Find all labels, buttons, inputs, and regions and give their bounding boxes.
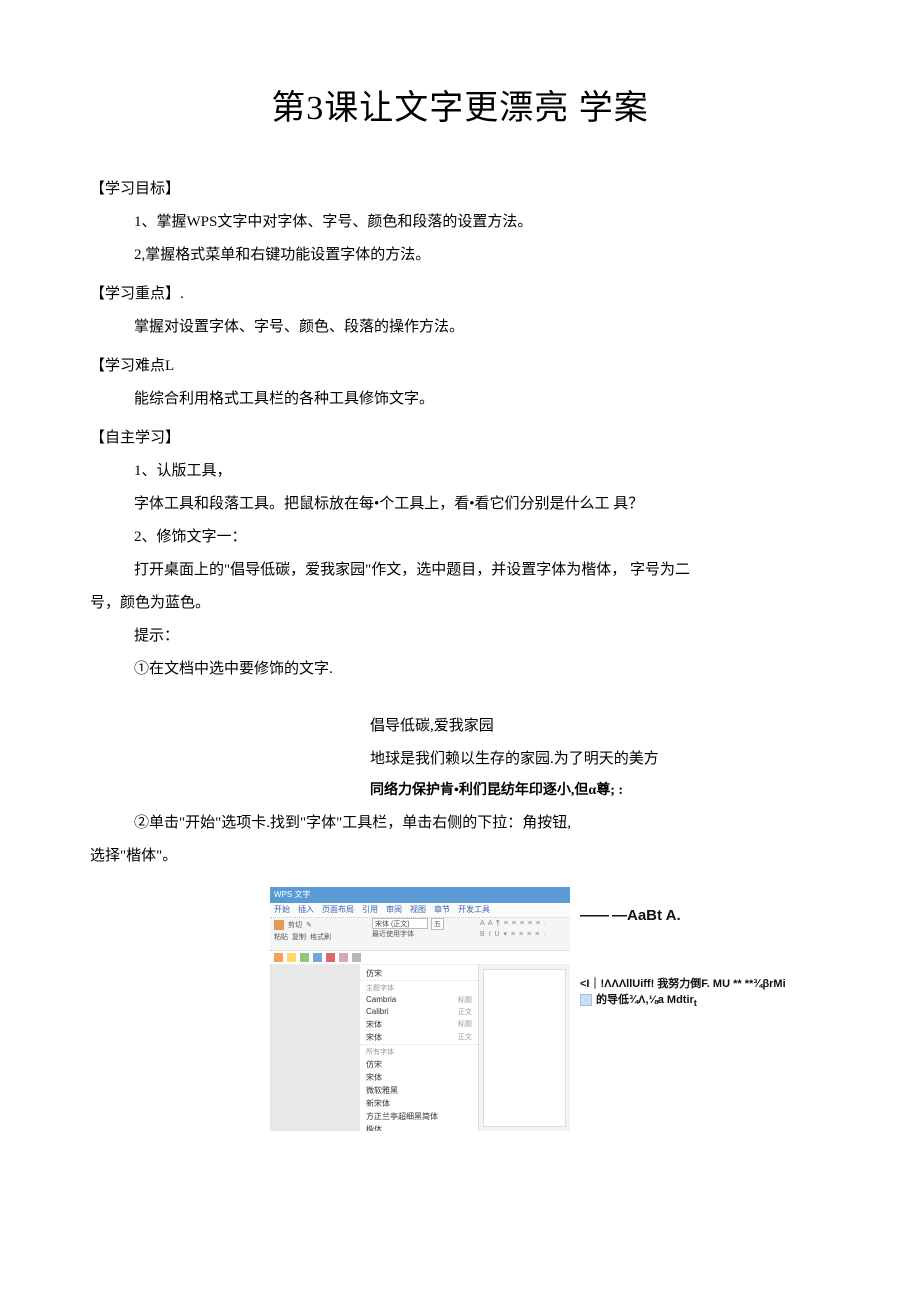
- menu-item[interactable]: 页面布局: [322, 904, 354, 915]
- subscript-t: t: [694, 998, 697, 1008]
- format-icons-row1[interactable]: A A ¶ ≡ ≡ ≡ ≡ ≡ ·: [480, 920, 566, 927]
- menu-item[interactable]: 章节: [434, 904, 450, 915]
- garble2-text: 的导低¾Λ,⅛a Mdtir: [596, 994, 694, 1006]
- recent-label: 最近使用字体: [372, 930, 472, 938]
- goal-item-2: 2,掌握格式菜单和右键功能设置字体的方法。: [90, 239, 830, 272]
- ss-titlebar: WPS 文字: [270, 887, 570, 903]
- ss-title-text: WPS 文字: [274, 889, 310, 900]
- font-dropdown[interactable]: 仿宋 主题字体 Cambria标题 Calibri正文 宋体标题 宋体正文 所有…: [360, 965, 479, 1131]
- font-group: 宋体 (正文) 五 最近使用字体: [368, 918, 476, 950]
- goal-head: 【学习目标】: [90, 173, 830, 206]
- paste-icon[interactable]: [274, 920, 284, 930]
- example-line-2: 地球是我们赖以生存的家园.为了明天的美方: [90, 743, 830, 776]
- garbled-text-1: <I｜!ΛΛΛllUiff! 我努力倒F. MU ** **¾βrMi: [580, 976, 830, 993]
- menu-item[interactable]: 审阅: [386, 904, 402, 915]
- doc-icon[interactable]: [352, 953, 361, 962]
- menu-item[interactable]: 开发工具: [458, 904, 490, 915]
- page-title: 第3课让文字更漂亮 学案: [90, 80, 830, 129]
- font-option: 新宋体: [360, 1097, 478, 1110]
- fmtbrush-icon[interactable]: ✎: [306, 921, 312, 929]
- doc-preview-area: [479, 965, 570, 1131]
- goal-item-1: 1、掌握WPS文字中对字体、字号、颜色和段落的设置方法。: [90, 206, 830, 239]
- font-option: 宋体: [360, 1071, 478, 1084]
- doc-icon[interactable]: [274, 953, 283, 962]
- doc-tab-icons: [270, 951, 570, 965]
- doc-icon[interactable]: [300, 953, 309, 962]
- all-fonts-label: 所有字体: [360, 1044, 478, 1058]
- theme-fonts-label: 主题字体: [360, 980, 478, 994]
- ss-menubar: 开始 插入 页面布局 引用 审阅 视图 章节 开发工具: [270, 903, 570, 918]
- font-option: 仿宋: [360, 967, 478, 980]
- self-head: 【自主学习】: [90, 422, 830, 455]
- garbled-text-2: 的导低¾Λ,⅛a Mdtirt: [580, 992, 830, 1011]
- focus-item-1: 掌握对设置字体、字号、颜色、段落的操作方法。: [90, 311, 830, 344]
- tip-head: 提示：: [90, 620, 830, 653]
- example-line-3: 同络力保护肯•利们昆纺年印逐小,但α尊; :: [90, 776, 830, 807]
- tip-item-1: ①在文档中选中要修饰的文字.: [90, 653, 830, 686]
- menu-item[interactable]: 开始: [274, 904, 290, 915]
- self-item-2: 2、修饰文字一：: [90, 521, 830, 554]
- dash-decor: ——: [580, 907, 608, 924]
- font-select[interactable]: 宋体 (正文): [372, 918, 428, 929]
- doc-sheet: [483, 969, 566, 1127]
- clipboard-group: 剪切 ✎ 粘贴 复制 格式刷: [270, 918, 368, 950]
- font-option: 方正兰亭超细黑简体: [360, 1110, 478, 1123]
- tip-item-2a: ②单击"开始"选项卡.找到"字体"工具栏，单击右侧的下拉：角按钮,: [90, 807, 830, 840]
- cut-label[interactable]: 剪切: [288, 920, 302, 930]
- page-container: { "title": "第3课让文字更漂亮 学案", "sections": {…: [0, 0, 920, 1301]
- self-item-2a: 打开桌面上的"倡导低碳，爱我家园"作文，选中题目，并设置字体为楷体， 字号为二: [90, 554, 830, 587]
- menu-item[interactable]: 视图: [410, 904, 426, 915]
- style-sample-text: ———AaBt A.: [580, 907, 830, 928]
- wps-screenshot: WPS 文字 开始 插入 页面布局 引用 审阅 视图 章节 开发工具 剪切 ✎ …: [270, 887, 570, 1127]
- font-option: Cambria标题: [360, 994, 478, 1006]
- self-item-1: 1、认版工具，: [90, 455, 830, 488]
- ss-toolbar: 剪切 ✎ 粘贴 复制 格式刷 宋体 (正文) 五 最近使用字体 A A ¶ ≡ …: [270, 918, 570, 951]
- tip-item-2b: 选择"楷体"。: [90, 840, 830, 873]
- aabt-text: —AaBt A.: [612, 907, 681, 924]
- doc-icon[interactable]: [339, 953, 348, 962]
- ss-left-gutter: [270, 965, 360, 1131]
- self-item-1b: 字体工具和段落工具。把鼠标放在每•个工具上，看•看它们分别是什么工 具？: [90, 488, 830, 521]
- focus-head: 【学习重点】.: [90, 278, 830, 311]
- font-option: 宋体正文: [360, 1031, 478, 1044]
- paragraph-group: A A ¶ ≡ ≡ ≡ ≡ ≡ · B I U ▾ ≡ ≡ ≡ ≡ ·: [476, 918, 570, 950]
- spacer: [90, 686, 830, 710]
- screenshot-row: WPS 文字 开始 插入 页面布局 引用 审阅 视图 章节 开发工具 剪切 ✎ …: [90, 887, 830, 1127]
- diff-head: 【学习难点L: [90, 350, 830, 383]
- copy-label[interactable]: 复制: [292, 932, 306, 942]
- font-size-field[interactable]: 五: [431, 918, 444, 930]
- fmt-label[interactable]: 格式刷: [310, 932, 331, 942]
- menu-item[interactable]: 引用: [362, 904, 378, 915]
- doc-icon[interactable]: [326, 953, 335, 962]
- font-option: 微软雅黑: [360, 1084, 478, 1097]
- font-option: 楷体: [360, 1123, 478, 1131]
- doc-icon[interactable]: [287, 953, 296, 962]
- doc-icon: [580, 994, 592, 1006]
- ss-body: 仿宋 主题字体 Cambria标题 Calibri正文 宋体标题 宋体正文 所有…: [270, 965, 570, 1131]
- self-item-2b: 号，颜色为蓝色。: [90, 587, 830, 620]
- diff-item-1: 能综合利用格式工具栏的各种工具修饰文字。: [90, 383, 830, 416]
- side-text-block: ———AaBt A. <I｜!ΛΛΛllUiff! 我努力倒F. MU ** *…: [570, 887, 830, 1127]
- font-option: Calibri正文: [360, 1006, 478, 1018]
- menu-item[interactable]: 插入: [298, 904, 314, 915]
- spacer: [580, 928, 830, 976]
- format-icons-row2[interactable]: B I U ▾ ≡ ≡ ≡ ≡ ·: [480, 930, 566, 938]
- paste-label[interactable]: 粘贴: [274, 932, 288, 942]
- doc-icon[interactable]: [313, 953, 322, 962]
- font-option: 宋体标题: [360, 1018, 478, 1031]
- font-option: 仿宋: [360, 1058, 478, 1071]
- example-line-1: 倡导低碳,爱我家园: [90, 710, 830, 743]
